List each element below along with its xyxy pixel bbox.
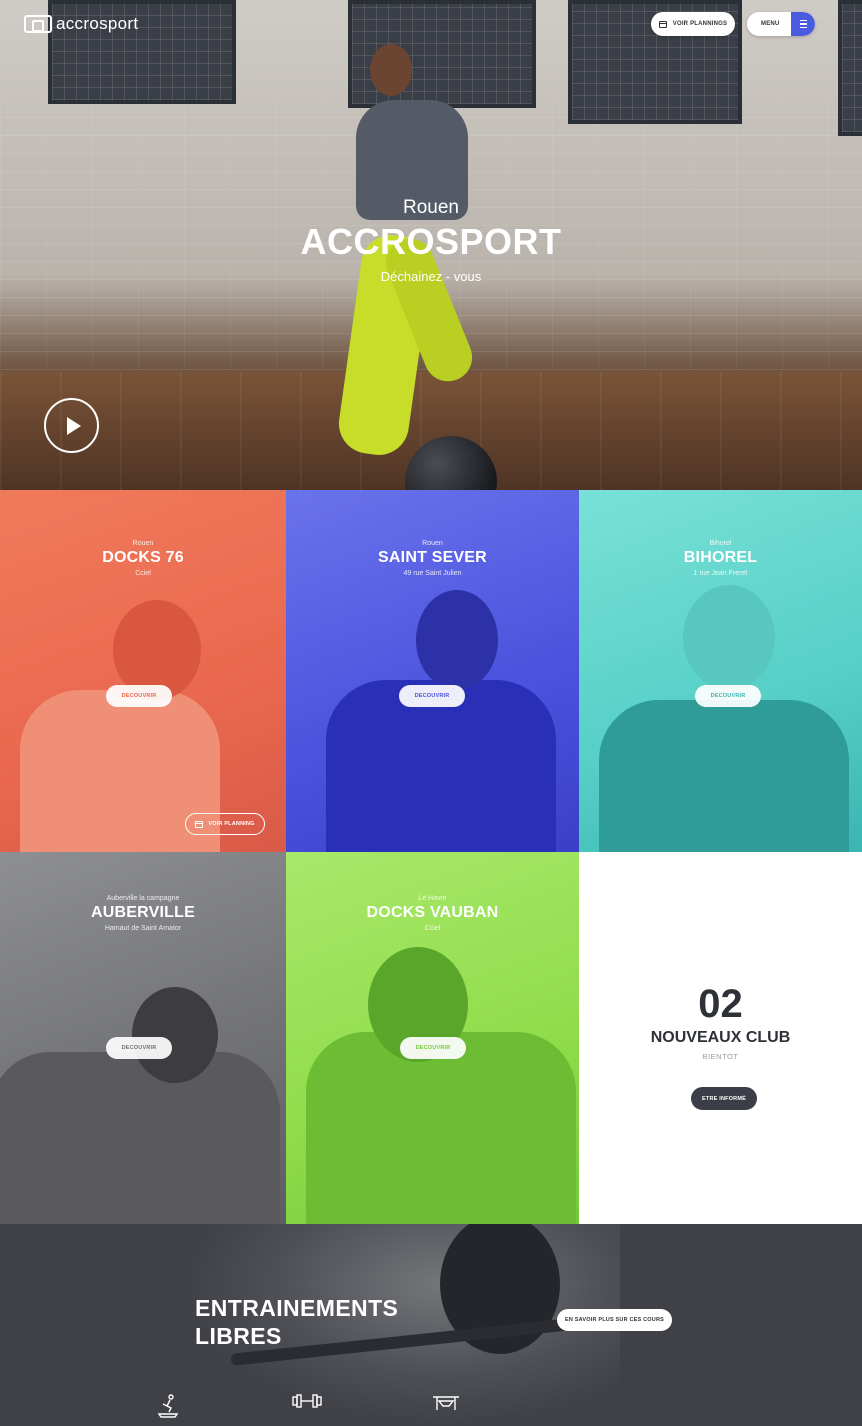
discover-button[interactable]: DECOUVRIR [400,1037,466,1059]
club-photo [132,987,218,1083]
club-photo [599,700,849,852]
club-address: 49 rue Saint Julien [403,570,462,577]
club-city: Auberville la campagne [106,895,180,902]
club-name: AUBERVILLE [91,904,195,921]
hero-window [838,0,862,136]
club-photo [0,1052,280,1224]
training-title: ENTRAINEMENTS LIBRES [195,1294,398,1350]
bench-icon[interactable] [431,1394,461,1417]
menu-label: MENU [761,21,780,27]
club-city: Le Havre [418,895,447,902]
club-name: BIHOREL [683,549,758,566]
view-plannings-button[interactable]: VOIR PLANNINGS [651,12,735,36]
calendar-icon [658,20,667,28]
discover-button[interactable]: DECOUVRIR [106,1037,172,1059]
view-planning-label: VOIR PLANNING [208,821,255,827]
club-city: Rouen [132,540,154,547]
club-tile-docks-76: Rouen DOCKS 76 Cciel DECOUVRIR VOIR PLAN… [0,490,286,852]
logo-text: accrosport [56,14,139,33]
club-name: DOCKS 76 [102,549,184,566]
club-city: Bihorel [709,540,732,547]
hero-title: ACCROSPORT [300,221,562,262]
club-address: Cciel [135,570,151,577]
hero-athlete [370,44,412,96]
hero-heading: Rouen ACCROSPORT Déchainez - vous [0,197,862,284]
club-city: Rouen [422,540,443,547]
training-title-line2: LIBRES [195,1323,282,1349]
club-tile-auberville: Auberville la campagne AUBERVILLE Hamaut… [0,852,286,1224]
hero-city: Rouen [403,197,459,218]
training-title-line1: ENTRAINEMENTS [195,1295,399,1321]
new-clubs-count: 02 [698,982,743,1026]
club-name: DOCKS VAUBAN [366,904,499,921]
dumbbell-icon[interactable] [291,1394,323,1413]
club-tile-bihorel: Bihorel BIHOREL 1 rue Jean Freret DECOUV… [579,490,862,852]
hero-subtitle: Déchainez - vous [380,269,482,284]
club-address: 1 rue Jean Freret [693,570,748,577]
club-address: Cciel [424,925,441,932]
play-video-button[interactable] [44,398,99,453]
site-logo[interactable]: accrosport [24,14,138,34]
discover-button[interactable]: DECOUVRIR [106,685,172,707]
new-clubs-soon: BIENTOT [702,1052,739,1061]
view-plannings-label: VOIR PLANNINGS [672,21,728,27]
club-tile-saint-sever: Rouen SAINT SEVER 49 rue Saint Julien DE… [286,490,579,852]
hamburger-icon [791,12,815,36]
calendar-icon [195,820,204,828]
club-name: SAINT SEVER [378,549,487,566]
logo-icon [24,15,52,33]
new-clubs-title: NOUVEAUX CLUB [650,1029,791,1046]
treadmill-icon[interactable] [157,1394,179,1423]
club-tile-docks-vauban: Le Havre DOCKS VAUBAN Cciel DECOUVRIR [286,852,579,1224]
club-photo [306,1032,576,1224]
play-icon [66,416,81,435]
club-photo [416,590,498,690]
club-photo [683,585,775,690]
get-informed-button[interactable]: ETRE INFORMÉ [691,1087,757,1110]
discover-button[interactable]: DECOUVRIR [695,685,761,707]
view-planning-button[interactable]: VOIR PLANNING [185,813,265,835]
discover-button[interactable]: DECOUVRIR [399,685,465,707]
new-clubs-tile: 02 NOUVEAUX CLUB BIENTOT ETRE INFORMÉ [579,852,862,1224]
menu-button[interactable]: MENU [747,12,815,36]
learn-more-courses-button[interactable]: EN SAVOIR PLUS SUR CES COURS [557,1309,672,1331]
free-training-section: ENTRAINEMENTS LIBRES EN SAVOIR PLUS SUR … [0,1224,862,1426]
club-address: Hamaut de Saint Amator [104,925,182,932]
hero-section: accrosport VOIR PLANNINGS MENU Rouen ACC… [0,0,862,500]
